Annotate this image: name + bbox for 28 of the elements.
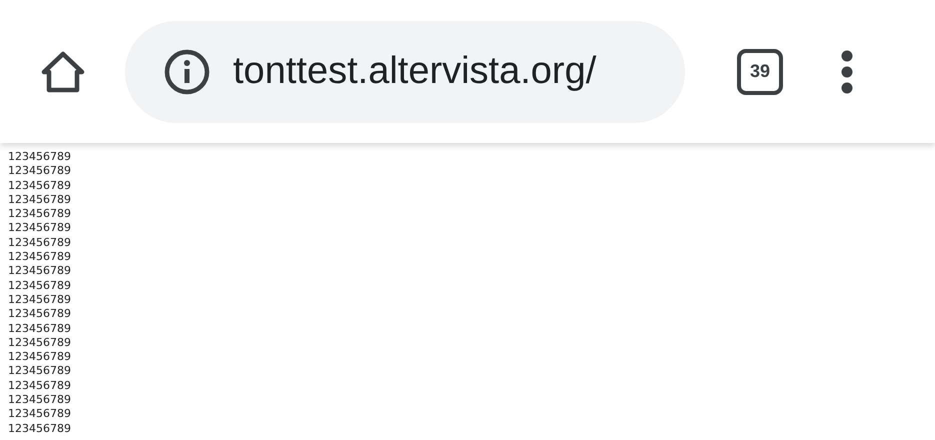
text-line: 123456789	[8, 164, 71, 179]
text-line: 123456789	[8, 264, 71, 279]
menu-button[interactable]	[839, 48, 855, 94]
url-text: tonttest.altervista.org/	[233, 50, 596, 93]
text-line: 123456789	[8, 150, 71, 164]
text-line: 123456789	[8, 221, 71, 236]
text-line: 123456789	[8, 292, 71, 308]
text-line: 123456789	[8, 307, 71, 322]
text-line: 123456789	[8, 336, 71, 350]
address-bar[interactable]: tonttest.altervista.org/	[125, 20, 685, 122]
text-line: 123456789	[8, 364, 71, 379]
text-line: 123456789	[8, 250, 71, 264]
text-line: 123456789	[8, 378, 71, 394]
text-line: 123456789	[8, 278, 71, 293]
text-line: 123456789	[8, 178, 71, 193]
text-line: 123456789	[8, 322, 71, 336]
text-line: 123456789	[8, 393, 71, 408]
text-line: 123456789	[8, 236, 71, 250]
tab-count-button[interactable]: 39	[737, 48, 783, 94]
text-line: 123456789	[8, 422, 71, 436]
site-info-button[interactable]	[163, 48, 211, 96]
home-icon	[40, 50, 86, 94]
text-line: 123456789	[8, 350, 71, 364]
text-line: 123456789	[8, 207, 71, 222]
text-line: 123456789	[8, 407, 71, 422]
menu-icon	[839, 48, 855, 94]
text-line: 123456789	[8, 192, 71, 208]
info-icon	[163, 48, 211, 96]
